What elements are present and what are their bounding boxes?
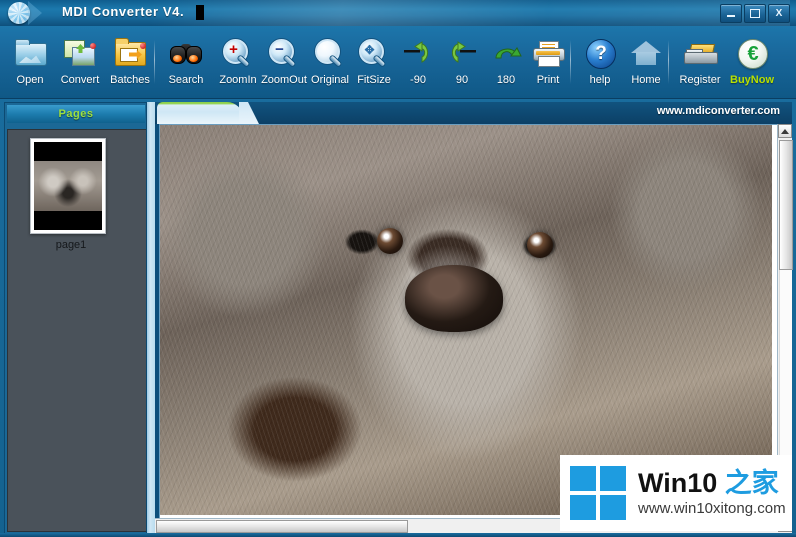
toolbar-label-fitsize: FitSize <box>357 74 391 86</box>
toolbar-button-help[interactable]: ? help <box>574 30 626 96</box>
toolbar-separator-2 <box>570 40 571 84</box>
toolbar-label-convert: Convert <box>60 74 100 86</box>
horizontal-scroll-thumb[interactable] <box>156 520 408 533</box>
title-bar-wedge <box>28 1 42 25</box>
toolbar-label-register: Register <box>679 74 721 86</box>
toolbar-label-rotate-right: 90 <box>455 74 469 86</box>
maximize-icon <box>750 9 760 18</box>
question-circle-icon: ? <box>583 35 617 69</box>
pages-header-label: Pages <box>58 108 94 120</box>
printer-icon <box>531 35 565 69</box>
globe-sphere-icon <box>8 2 30 24</box>
minimize-button[interactable] <box>720 4 742 23</box>
arrow-up-icon <box>781 128 789 134</box>
list-item[interactable]: page1 <box>30 138 112 251</box>
toolbar-button-print[interactable]: Print <box>522 30 574 96</box>
batch-folder-icon <box>113 35 147 69</box>
window-bottom-edge <box>0 533 796 537</box>
vertical-scroll-thumb[interactable] <box>779 140 793 270</box>
toolbar-button-zoomout[interactable]: − ZoomOut <box>258 30 310 96</box>
toolbar-label-search: Search <box>168 74 204 86</box>
toolbar-label-original: Original <box>311 74 349 86</box>
toolbar-label-zoomout: ZoomOut <box>261 74 307 86</box>
viewer-top-bar: www.mdiconverter.com <box>155 102 792 124</box>
minimize-icon <box>727 15 735 17</box>
rotate-right-icon <box>445 35 479 69</box>
toolbar-button-register[interactable]: Register <box>674 30 726 96</box>
pages-list[interactable]: page1 <box>7 129 147 532</box>
toolbar-separator-3 <box>668 40 669 84</box>
toolbar-label-batches: Batches <box>110 74 150 86</box>
open-folder-icon <box>13 35 47 69</box>
convert-images-icon <box>63 35 97 69</box>
magnifier-fit-icon: ✥ <box>357 35 391 69</box>
rotate-180-icon <box>489 35 523 69</box>
pages-sidebar: Pages page1 <box>4 102 148 535</box>
toolbar-button-search[interactable]: Search <box>160 30 212 96</box>
rotate-left-icon <box>401 35 435 69</box>
magnifier-original-icon <box>313 35 347 69</box>
website-url-label[interactable]: www.mdiconverter.com <box>657 105 780 117</box>
watermark-url: www.win10xitong.com <box>638 499 786 517</box>
toolbar-button-convert[interactable]: Convert <box>54 30 106 96</box>
toolbar-button-batches[interactable]: Batches <box>104 30 156 96</box>
toolbar-separator-1 <box>154 40 155 84</box>
house-icon <box>629 35 663 69</box>
toolbar-label-rotate-left: -90 <box>410 74 426 86</box>
photo-nose <box>404 265 503 332</box>
toolbar-button-open[interactable]: Open <box>4 30 56 96</box>
toolbar-label-open: Open <box>16 74 44 86</box>
toolbar-button-zoomin[interactable]: + ZoomIn <box>212 30 264 96</box>
main-toolbar: Open Convert Batches Search + ZoomIn − Z… <box>0 26 796 99</box>
toolbar-button-buynow[interactable]: € BuyNow <box>726 30 778 96</box>
window-controls: X <box>720 4 790 23</box>
viewer-tab[interactable] <box>157 102 243 124</box>
cash-register-icon <box>683 35 718 69</box>
watermark-title-cn: 之家 <box>724 468 779 499</box>
koala-thumbnail <box>34 142 102 230</box>
maximize-button[interactable] <box>744 4 766 23</box>
scroll-up-button[interactable] <box>778 124 792 138</box>
euro-coin-icon: € <box>735 35 769 69</box>
binoculars-icon <box>169 35 203 69</box>
magnifier-minus-icon: − <box>267 35 301 69</box>
windows-logo-icon <box>570 466 626 520</box>
toolbar-label-zoomin: ZoomIn <box>219 74 257 86</box>
title-obscured-char <box>196 5 204 20</box>
watermark-title: Win10 之家 <box>638 469 786 497</box>
title-bar: MDI Converter V4. X <box>0 0 796 27</box>
title-bar-sheen <box>150 0 790 26</box>
close-button[interactable]: X <box>768 4 790 23</box>
toolbar-label-rotate-180: 180 <box>496 74 516 86</box>
watermark-overlay: Win10 之家 www.win10xitong.com <box>560 455 792 531</box>
toolbar-label-help: help <box>589 74 611 86</box>
window-title: MDI Converter V4. <box>62 4 185 19</box>
watermark-title-main: Win10 <box>638 468 725 499</box>
toolbar-label-print: Print <box>536 74 560 86</box>
page-thumbnail-label: page1 <box>55 239 87 251</box>
application-window: MDI Converter V4. X Open Convert Batches <box>0 0 796 537</box>
pages-panel-header: Pages <box>7 105 145 123</box>
page-thumbnail[interactable] <box>30 138 106 234</box>
toolbar-label-buynow: BuyNow <box>730 74 774 86</box>
toolbar-label-home: Home <box>631 74 661 86</box>
magnifier-plus-icon: + <box>221 35 255 69</box>
watermark-text: Win10 之家 www.win10xitong.com <box>638 469 786 517</box>
toolbar-button-home[interactable]: Home <box>620 30 672 96</box>
